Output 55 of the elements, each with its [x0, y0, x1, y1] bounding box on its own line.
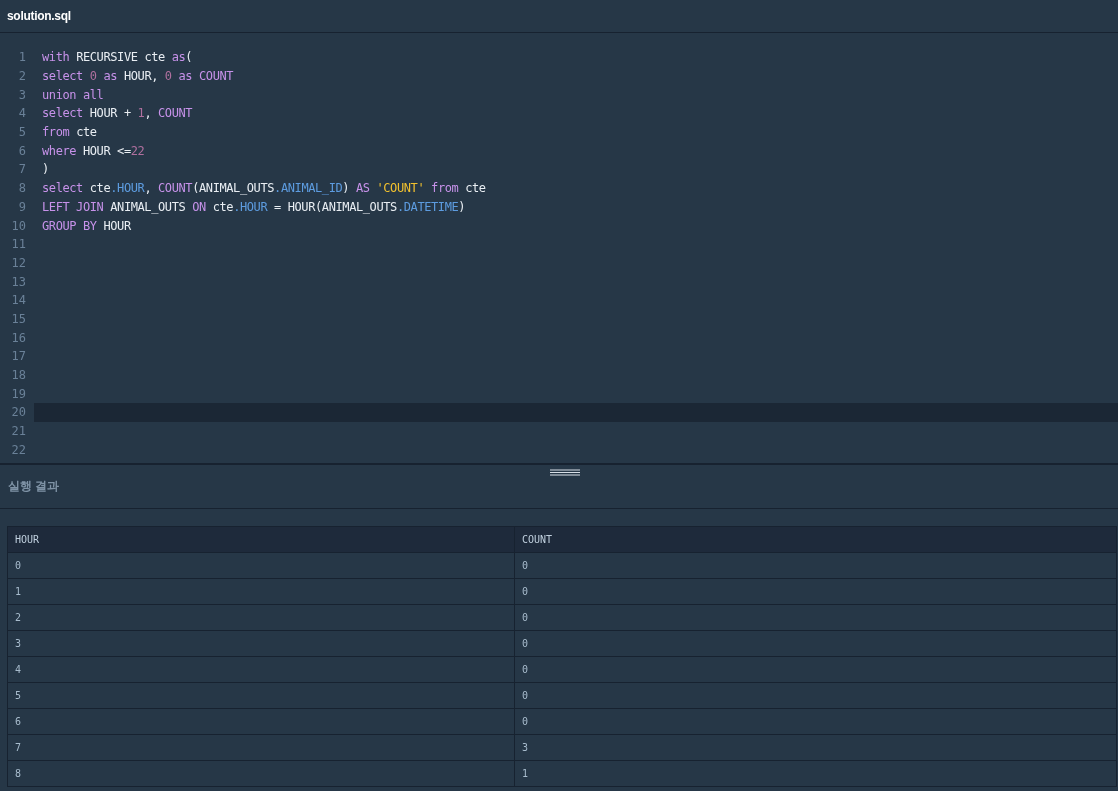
results-title: 실행 결과 — [8, 478, 60, 495]
code-line: union all — [42, 87, 104, 102]
table-cell: 3 — [514, 734, 1117, 761]
column-header: HOUR — [7, 526, 515, 553]
line-number: 10 — [10, 218, 26, 233]
resize-handle-icon[interactable] — [550, 469, 580, 476]
table-cell: 2 — [7, 604, 515, 631]
table-cell: 0 — [514, 656, 1117, 683]
line-number: 5 — [17, 125, 26, 140]
line-number: 21 — [10, 424, 26, 439]
line-number: 11 — [10, 237, 26, 252]
column-header: COUNT — [514, 526, 1117, 553]
line-number: 19 — [10, 386, 26, 401]
table-cell: 0 — [514, 552, 1117, 579]
line-number: 12 — [10, 255, 26, 270]
line-number: 14 — [10, 293, 26, 308]
line-number: 8 — [17, 181, 26, 196]
line-number: 16 — [10, 330, 26, 345]
table-cell: 0 — [514, 604, 1117, 631]
table-cell: 0 — [514, 630, 1117, 657]
code-line: select cte.HOUR, COUNT(ANIMAL_OUTS.ANIMAL_ID) AS 'COUNT' from cte — [42, 181, 486, 196]
code-line: where HOUR <=22 — [42, 143, 145, 158]
line-number: 22 — [10, 442, 26, 457]
line-number: 1 — [17, 50, 26, 65]
table-cell: 3 — [7, 630, 515, 657]
table-cell: 0 — [514, 578, 1117, 605]
table-cell: 1 — [514, 760, 1117, 787]
code-line: select HOUR + 1, COUNT — [42, 106, 193, 121]
table-cell: 4 — [7, 656, 515, 683]
code-line: with RECURSIVE cte as( — [42, 50, 193, 65]
table-cell: 0 — [514, 708, 1117, 735]
line-number: 3 — [17, 87, 26, 102]
code-line: GROUP BY HOUR — [42, 218, 131, 233]
code-line: select 0 as HOUR, 0 as COUNT — [42, 69, 234, 84]
line-number: 2 — [17, 69, 26, 84]
code-line: from cte — [42, 125, 97, 140]
code-line: ) — [42, 162, 49, 177]
line-number: 6 — [17, 143, 26, 158]
line-number: 17 — [10, 349, 26, 364]
line-number: 13 — [10, 274, 26, 289]
table-cell: 8 — [7, 760, 515, 787]
table-cell: 7 — [7, 734, 515, 761]
line-number: 15 — [10, 311, 26, 326]
table-cell: 0 — [514, 682, 1117, 709]
table-cell: 1 — [7, 578, 515, 605]
line-number: 9 — [17, 199, 26, 214]
line-number: 18 — [10, 368, 26, 383]
table-cell: 0 — [7, 552, 515, 579]
file-tab-title[interactable]: solution.sql — [7, 9, 71, 23]
table-cell: 6 — [7, 708, 515, 735]
table-cell: 5 — [7, 682, 515, 709]
code-line: LEFT JOIN ANIMAL_OUTS ON cte.HOUR = HOUR(ANIMAL_OUTS.DATETIME) — [42, 199, 466, 214]
line-number: 7 — [17, 162, 26, 177]
line-number: 20 — [10, 405, 26, 420]
line-number: 4 — [17, 106, 26, 121]
